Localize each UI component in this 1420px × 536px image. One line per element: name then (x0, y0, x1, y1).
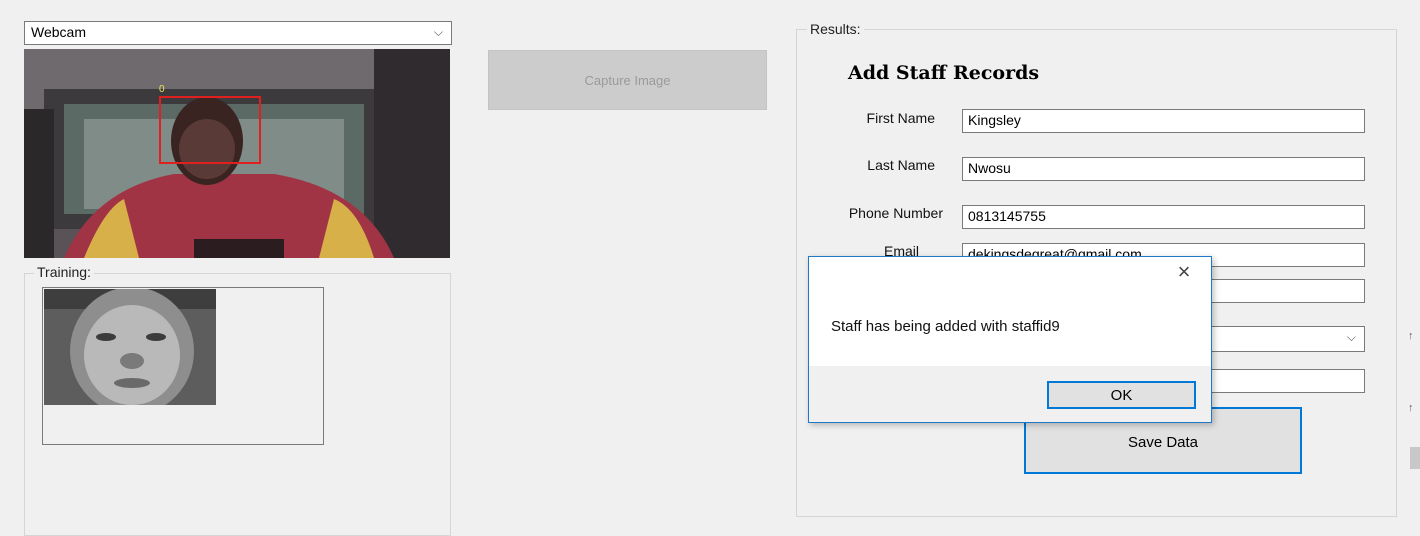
ok-button[interactable]: OK (1047, 381, 1196, 409)
edge-mark: ↑ (1408, 330, 1414, 342)
capture-image-button[interactable]: Capture Image (488, 50, 767, 110)
training-title: Training: (34, 264, 94, 280)
last-name-field[interactable]: Nwosu (962, 157, 1365, 181)
face-id-tag: 0 (159, 84, 165, 95)
phone-number-field[interactable]: 0813145755 (962, 205, 1365, 229)
chevron-down-icon: ⌵ (1346, 330, 1356, 344)
phone-number-label: Phone Number (848, 205, 943, 221)
form-title: Add Staff Records (848, 62, 1040, 84)
edge-mark: ↑ (1408, 402, 1414, 414)
webcam-feed (24, 49, 450, 258)
results-title: Results: (807, 21, 864, 37)
first-name-field[interactable]: Kingsley (962, 109, 1365, 133)
close-icon[interactable]: × (1172, 258, 1196, 286)
chevron-down-icon: ⌵ (433, 25, 443, 39)
edge-scroll-stub (1410, 447, 1420, 469)
first-name-label: First Name (866, 110, 935, 126)
webcam-image (24, 49, 450, 258)
training-face-image (44, 289, 216, 405)
webcam-source-select[interactable]: Webcam ⌵ (24, 21, 452, 45)
last-name-label: Last Name (867, 157, 935, 173)
message-text: Staff has being added with staffid9 (831, 318, 1060, 335)
webcam-source-value: Webcam (31, 24, 86, 40)
message-dialog-body (809, 257, 1211, 366)
